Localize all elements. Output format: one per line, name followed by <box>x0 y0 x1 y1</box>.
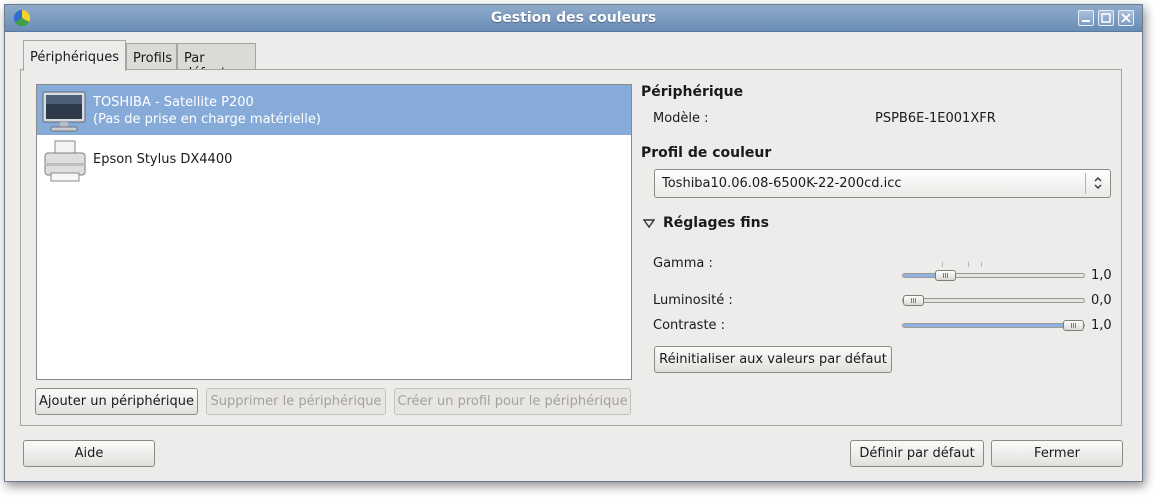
model-value: PSPB6E-1E001XFR <box>875 111 996 126</box>
minimize-icon <box>1082 20 1090 22</box>
color-profile-heading: Profil de couleur <box>641 145 772 161</box>
device-name: TOSHIBA - Satellite P200 <box>93 95 254 110</box>
contrast-label: Contraste : <box>653 318 726 333</box>
reset-defaults-button[interactable]: Réinitialiser aux valeurs par défaut <box>654 346 892 373</box>
tab-peripheriques[interactable]: Périphériques <box>23 40 126 71</box>
contrast-value: 1,0 <box>1091 318 1112 333</box>
contrast-slider-thumb[interactable] <box>1063 320 1084 331</box>
create-profile-button[interactable]: Créer un profil pour le périphérique <box>394 388 631 415</box>
expander-triangle-icon[interactable] <box>643 219 655 229</box>
set-default-button[interactable]: Définir par défaut <box>850 440 984 467</box>
minimize-button[interactable] <box>1078 10 1094 26</box>
brightness-label: Luminosité : <box>653 293 733 308</box>
device-name: Epson Stylus DX4400 <box>93 152 233 167</box>
fine-tuning-heading[interactable]: Réglages fins <box>663 215 769 231</box>
device-subtitle: (Pas de prise en charge matérielle) <box>93 112 321 127</box>
tab-profils[interactable]: Profils <box>126 43 177 70</box>
gamma-slider-thumb[interactable] <box>935 270 956 281</box>
close-window-button[interactable] <box>1118 10 1134 26</box>
gamma-label: Gamma : <box>653 256 713 271</box>
monitor-icon <box>42 91 86 132</box>
gamma-value: 1,0 <box>1091 268 1112 283</box>
maximize-icon <box>1101 13 1111 23</box>
gamma-tick <box>942 262 943 267</box>
color-profile-select[interactable]: Toshiba10.06.08-6500K-22-200cd.icc <box>654 169 1111 198</box>
title-bar[interactable]: Gestion des couleurs <box>5 5 1142 32</box>
contrast-slider[interactable] <box>902 323 1085 328</box>
gamma-slider[interactable] <box>902 273 1085 278</box>
device-list[interactable]: TOSHIBA - Satellite P200 (Pas de prise e… <box>36 84 632 380</box>
close-icon <box>1121 13 1131 23</box>
list-item-epson[interactable]: Epson Stylus DX4400 <box>37 135 631 185</box>
list-item-toshiba[interactable]: TOSHIBA - Satellite P200 (Pas de prise e… <box>37 85 631 135</box>
brightness-value: 0,0 <box>1091 293 1112 308</box>
gamma-tick <box>968 262 969 267</box>
gamma-tick <box>981 262 982 267</box>
brightness-slider-thumb[interactable] <box>903 295 924 306</box>
help-button[interactable]: Aide <box>23 440 155 467</box>
remove-device-button[interactable]: Supprimer le périphérique <box>206 388 386 415</box>
close-button[interactable]: Fermer <box>991 440 1123 467</box>
window-title: Gestion des couleurs <box>490 10 657 26</box>
combo-separator <box>1085 173 1086 194</box>
model-label: Modèle : <box>653 111 709 126</box>
maximize-button[interactable] <box>1098 10 1114 26</box>
tab-par-defaut[interactable]: Par défaut <box>177 43 256 81</box>
device-heading: Périphérique <box>641 84 744 100</box>
printer-icon <box>44 140 86 182</box>
brightness-slider[interactable] <box>902 298 1085 303</box>
updown-arrows-icon <box>1094 177 1102 189</box>
color-profile-value: Toshiba10.06.08-6500K-22-200cd.icc <box>662 176 902 191</box>
add-device-button[interactable]: Ajouter un périphérique <box>35 388 198 415</box>
